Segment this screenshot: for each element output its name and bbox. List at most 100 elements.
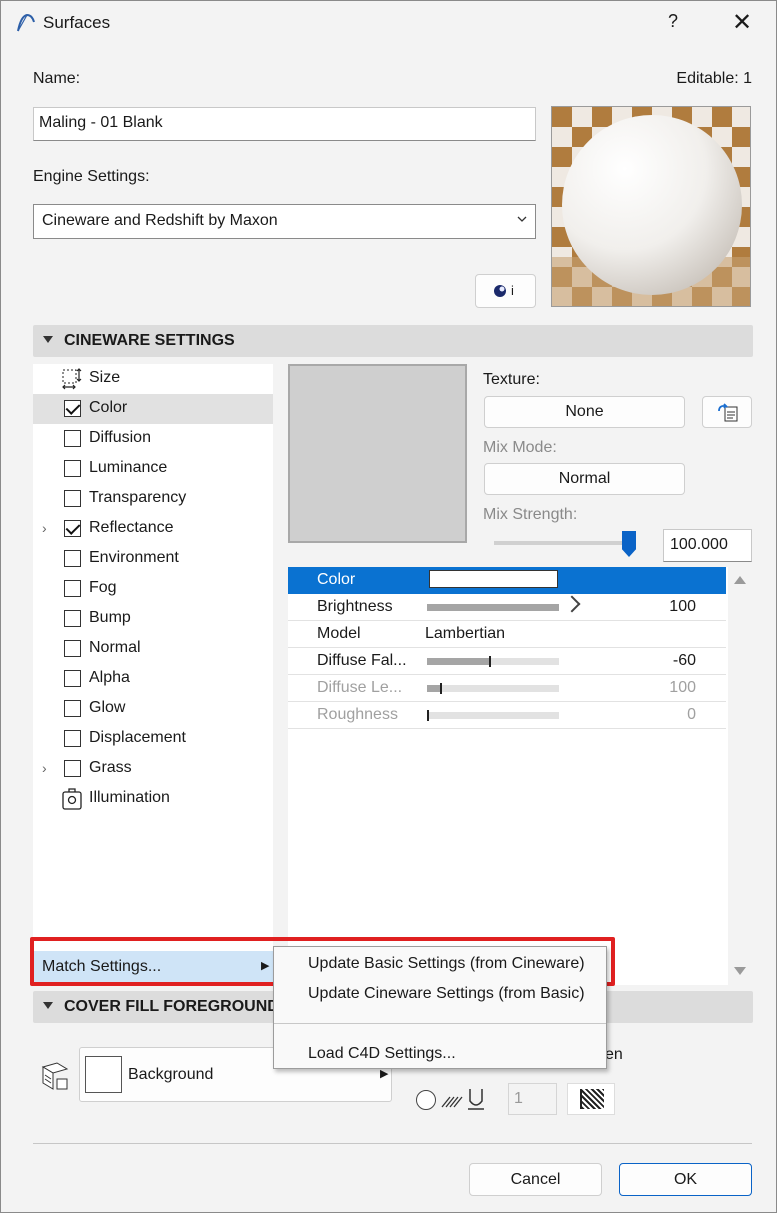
cineware-settings-title: CINEWARE SETTINGS <box>64 332 235 349</box>
texture-value: None <box>565 403 604 420</box>
name-input[interactable]: Maling - 01 Blank <box>33 107 536 141</box>
cover-fill-icon <box>41 1062 69 1090</box>
cancel-button[interactable]: Cancel <box>469 1163 602 1196</box>
channel-label: Size <box>89 369 121 386</box>
property-name: Roughness <box>317 706 398 723</box>
property-value: -60 <box>672 652 696 669</box>
channel-label: Transparency <box>89 489 187 506</box>
checkbox[interactable] <box>64 700 81 717</box>
channel-label: Diffusion <box>89 429 151 446</box>
mix-mode-value: Normal <box>558 470 611 487</box>
property-value[interactable]: Lambertian <box>425 625 505 643</box>
menu-item-update-basic[interactable]: Update Basic Settings (from Cineware) <box>308 955 585 973</box>
material-preview <box>551 106 751 307</box>
channel-list: Size Color Diffusion Luminance Transpare… <box>33 364 273 984</box>
load-texture-button[interactable] <box>702 396 752 428</box>
channel-item-fog[interactable]: Fog <box>33 574 273 604</box>
channel-label: Illumination <box>89 789 170 806</box>
slider-thumb[interactable] <box>622 531 636 557</box>
checkbox[interactable] <box>64 520 81 537</box>
help-button[interactable]: ? <box>661 11 685 35</box>
info-label: i <box>511 283 514 298</box>
pen-number-input[interactable]: 1 <box>508 1083 557 1115</box>
channel-item-glow[interactable]: Glow <box>33 694 273 724</box>
checkbox[interactable] <box>64 430 81 447</box>
channel-item-normal[interactable]: Normal <box>33 634 273 664</box>
menu-divider <box>274 1023 606 1024</box>
cineware-icon <box>494 285 506 297</box>
engine-settings-select[interactable]: Cineware and Redshift by Maxon <box>33 204 536 239</box>
slider-knob <box>440 683 442 694</box>
pattern-button[interactable] <box>567 1083 615 1115</box>
channel-item-size[interactable]: Size <box>33 364 273 394</box>
table-row: Roughness 0 <box>288 702 726 729</box>
slider-handle-icon[interactable] <box>563 595 581 613</box>
cover-fill-title: COVER FILL FOREGROUND <box>64 998 279 1015</box>
channel-item-bump[interactable]: Bump <box>33 604 273 634</box>
property-scrollbar[interactable] <box>729 567 751 985</box>
name-label: Name: <box>33 70 81 87</box>
slider-knob <box>489 656 491 667</box>
checkbox[interactable] <box>64 460 81 477</box>
slider-knob <box>427 710 429 721</box>
channel-label: Fog <box>89 579 117 596</box>
channel-item-displacement[interactable]: Displacement <box>33 724 273 754</box>
cineware-info-button[interactable]: i <box>475 274 536 308</box>
brightness-slider[interactable] <box>427 604 559 611</box>
channel-label: Environment <box>89 549 179 566</box>
checkbox[interactable] <box>64 580 81 597</box>
property-name: Diffuse Le... <box>317 679 403 696</box>
close-button[interactable]: ✕ <box>729 9 755 37</box>
ok-button[interactable]: OK <box>619 1163 752 1196</box>
mix-mode-button[interactable]: Normal <box>484 463 685 495</box>
collapse-triangle-icon <box>43 1002 53 1009</box>
channel-item-color[interactable]: Color <box>33 394 273 424</box>
table-row[interactable]: Diffuse Fal... -60 <box>288 648 726 675</box>
color-value-swatch[interactable] <box>429 570 558 588</box>
channel-item-diffusion[interactable]: Diffusion <box>33 424 273 454</box>
table-row[interactable]: Color <box>288 567 726 594</box>
checkbox[interactable] <box>64 670 81 687</box>
channel-label: Luminance <box>89 459 168 476</box>
surfaces-dialog: Surfaces ? ✕ Name: Editable: 1 Maling - … <box>0 0 777 1213</box>
table-row[interactable]: Brightness 100 <box>288 594 726 621</box>
menu-item-update-cineware[interactable]: Update Cineware Settings (from Basic) <box>308 985 585 1003</box>
cineware-settings-header[interactable]: CINEWARE SETTINGS <box>33 325 753 357</box>
channel-item-grass[interactable]: › Grass <box>33 754 273 784</box>
scroll-up-icon[interactable] <box>734 576 746 584</box>
mix-strength-input[interactable]: 100.000 <box>663 529 752 562</box>
channel-label: Reflectance <box>89 519 174 536</box>
checkbox[interactable] <box>64 400 81 417</box>
slider-fill <box>427 604 559 611</box>
channel-item-transparency[interactable]: Transparency <box>33 484 273 514</box>
checkbox[interactable] <box>64 760 81 777</box>
mix-strength-slider[interactable] <box>494 531 636 557</box>
channel-item-reflectance[interactable]: › Reflectance <box>33 514 273 544</box>
radio-button[interactable] <box>416 1090 436 1110</box>
checkbox[interactable] <box>64 640 81 657</box>
table-row[interactable]: Model Lambertian <box>288 621 726 648</box>
archicad-icon <box>17 13 35 32</box>
collapse-triangle-icon <box>43 336 53 343</box>
window-title: Surfaces <box>43 13 111 32</box>
checkbox[interactable] <box>64 610 81 627</box>
chevron-right-icon[interactable]: › <box>42 760 47 776</box>
texture-button[interactable]: None <box>484 396 685 428</box>
menu-item-load-c4d[interactable]: Load C4D Settings... <box>308 1045 456 1063</box>
channel-item-alpha[interactable]: Alpha <box>33 664 273 694</box>
editable-label: Editable: 1 <box>676 70 752 87</box>
table-row: Diffuse Le... 100 <box>288 675 726 702</box>
chevron-right-icon[interactable]: › <box>42 520 47 536</box>
name-value: Maling - 01 Blank <box>39 114 163 131</box>
checkbox[interactable] <box>64 490 81 507</box>
slider-fill <box>427 685 440 692</box>
checkbox[interactable] <box>64 550 81 567</box>
engine-settings-label: Engine Settings: <box>33 168 150 185</box>
channel-item-luminance[interactable]: Luminance <box>33 454 273 484</box>
channel-item-environment[interactable]: Environment <box>33 544 273 574</box>
pen-icon <box>441 1089 484 1110</box>
scroll-down-icon[interactable] <box>734 967 746 975</box>
channel-item-illumination[interactable]: Illumination <box>33 784 273 814</box>
checkbox[interactable] <box>64 730 81 747</box>
diffuse-falloff-slider[interactable] <box>427 656 559 667</box>
